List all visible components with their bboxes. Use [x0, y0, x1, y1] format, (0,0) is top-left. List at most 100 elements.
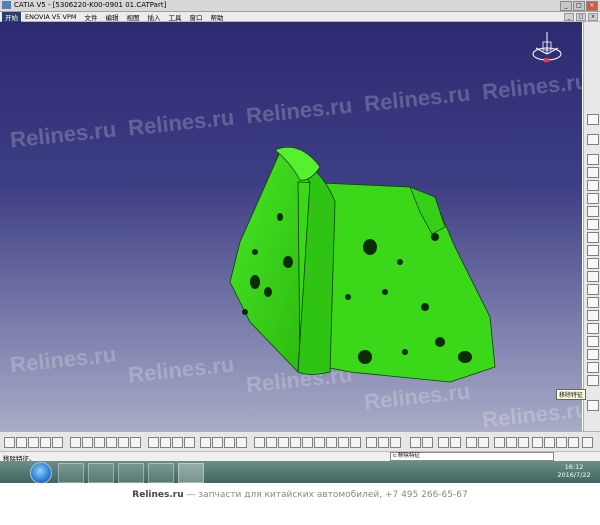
graph-icon[interactable]: [518, 437, 529, 448]
sketcher-icon[interactable]: [200, 437, 211, 448]
close-button[interactable]: ×: [586, 1, 598, 11]
boolean-icon[interactable]: [587, 375, 599, 386]
plane-icon[interactable]: [212, 437, 223, 448]
copy-icon[interactable]: [82, 437, 93, 448]
bottom-toolbar: [0, 431, 600, 452]
print-icon[interactable]: [40, 437, 51, 448]
sphere-icon[interactable]: [494, 437, 505, 448]
pan-icon[interactable]: [278, 437, 289, 448]
3d-viewport[interactable]: Relines.ru Relines.ru Relines.ru Relines…: [0, 22, 582, 431]
catia-app-icon: [2, 1, 11, 9]
3d-part-bracket[interactable]: [210, 142, 510, 402]
apply-material-icon[interactable]: [422, 437, 433, 448]
fly-mode-icon[interactable]: [254, 437, 265, 448]
iso-view-icon[interactable]: [350, 437, 361, 448]
compass-icon[interactable]: [528, 28, 566, 66]
minimize-button[interactable]: _: [560, 1, 572, 11]
library-icon[interactable]: [478, 437, 489, 448]
explorer-taskbar-icon[interactable]: [58, 463, 84, 483]
ruler-icon[interactable]: [506, 437, 517, 448]
catalog-icon[interactable]: [466, 437, 477, 448]
menu-enovia[interactable]: ENOVIA V5 VPM: [21, 13, 80, 21]
light-icon[interactable]: [532, 437, 543, 448]
redo-icon[interactable]: [118, 437, 129, 448]
formula-icon[interactable]: [148, 437, 159, 448]
menu-window[interactable]: 窗口: [185, 12, 206, 22]
swap-space-icon[interactable]: [390, 437, 401, 448]
watermark: Relines.ru: [362, 80, 472, 117]
title-bar: CATIA V5 - [5306220-K00-0901 01.CATPart]…: [0, 0, 600, 12]
hole-icon[interactable]: [587, 206, 599, 217]
scale-icon[interactable]: [587, 362, 599, 373]
shaft-icon[interactable]: [587, 180, 599, 191]
active-window-taskbar-icon[interactable]: [178, 463, 204, 483]
mirror-icon[interactable]: [587, 336, 599, 347]
compass-reset-icon[interactable]: [582, 437, 593, 448]
normal-view-icon[interactable]: [326, 437, 337, 448]
remove-feature-icon[interactable]: [587, 400, 599, 411]
paste-icon[interactable]: [94, 437, 105, 448]
pattern-icon[interactable]: [587, 349, 599, 360]
menu-insert[interactable]: 插入: [143, 12, 164, 22]
section-icon[interactable]: [556, 437, 567, 448]
menu-view[interactable]: 视图: [122, 12, 143, 22]
open-icon[interactable]: [16, 437, 27, 448]
multi-view-icon[interactable]: [338, 437, 349, 448]
save-icon[interactable]: [28, 437, 39, 448]
new-icon[interactable]: [4, 437, 15, 448]
shell-icon[interactable]: [587, 284, 599, 295]
catia-document-taskbar-icon[interactable]: [148, 463, 174, 483]
start-button[interactable]: [30, 462, 52, 484]
chamfer-icon[interactable]: [587, 258, 599, 269]
media-player-taskbar-icon[interactable]: [88, 463, 114, 483]
rotate-icon[interactable]: [290, 437, 301, 448]
display-icon[interactable]: [568, 437, 579, 448]
menu-file[interactable]: 文件: [80, 12, 101, 22]
maximize-button[interactable]: □: [573, 1, 585, 11]
menu-bar: 开始 ENOVIA V5 VPM 文件 编辑 视图 插入 工具 窗口 帮助 _ …: [0, 11, 600, 22]
doc-minimize-button[interactable]: _: [564, 13, 574, 21]
zoom-in-icon[interactable]: [302, 437, 313, 448]
watermark: Relines.ru: [8, 116, 118, 153]
window-controls: _ □ ×: [560, 1, 598, 11]
knowledge-icon[interactable]: [160, 437, 171, 448]
thickness-icon[interactable]: [587, 297, 599, 308]
axis-icon[interactable]: [224, 437, 235, 448]
quick-view-icon[interactable]: [52, 437, 63, 448]
menu-edit[interactable]: 编辑: [101, 12, 122, 22]
draft-icon[interactable]: [587, 271, 599, 282]
point-icon[interactable]: [236, 437, 247, 448]
footer-site[interactable]: Relines.ru: [132, 490, 183, 500]
hide-show-icon[interactable]: [378, 437, 389, 448]
select-tool-icon[interactable]: [587, 114, 599, 125]
split-icon[interactable]: [587, 323, 599, 334]
thread-icon[interactable]: [587, 310, 599, 321]
menu-start[interactable]: 开始: [2, 11, 21, 22]
menu-help[interactable]: 帮助: [206, 12, 227, 22]
stop-update-icon[interactable]: [450, 437, 461, 448]
material-icon[interactable]: [410, 437, 421, 448]
shading-icon[interactable]: [366, 437, 377, 448]
doc-close-button[interactable]: ×: [588, 13, 598, 21]
measure-icon[interactable]: [172, 437, 183, 448]
slot-icon[interactable]: [587, 232, 599, 243]
pad-icon[interactable]: [587, 154, 599, 165]
undo-icon[interactable]: [106, 437, 117, 448]
groove-icon[interactable]: [587, 193, 599, 204]
fillet-icon[interactable]: [587, 245, 599, 256]
menu-tools[interactable]: 工具: [164, 12, 185, 22]
analysis-icon[interactable]: [184, 437, 195, 448]
catia-taskbar-icon[interactable]: [118, 463, 144, 483]
pocket-icon[interactable]: [587, 167, 599, 178]
cut-icon[interactable]: [70, 437, 81, 448]
rib-icon[interactable]: [587, 219, 599, 230]
zoom-out-icon[interactable]: [314, 437, 325, 448]
update-icon[interactable]: [438, 437, 449, 448]
command-input[interactable]: c:移除特征: [390, 452, 554, 461]
doc-restore-button[interactable]: □: [576, 13, 586, 21]
sketch-icon[interactable]: [587, 134, 599, 145]
whats-this-icon[interactable]: [130, 437, 141, 448]
watermark: Relines.ru: [8, 341, 118, 378]
fit-all-icon[interactable]: [266, 437, 277, 448]
camera-icon[interactable]: [544, 437, 555, 448]
